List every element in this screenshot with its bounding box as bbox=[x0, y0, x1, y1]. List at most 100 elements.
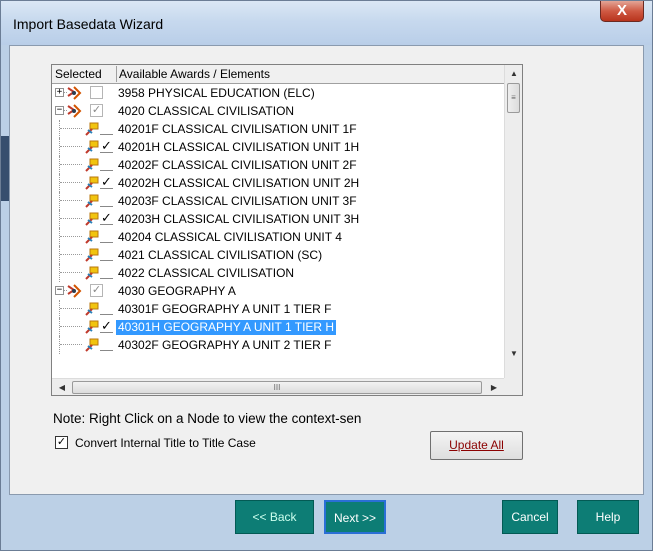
tree-row[interactable]: +3958 PHYSICAL EDUCATION (ELC) bbox=[52, 84, 504, 102]
element-checkbox[interactable]: ✓ bbox=[100, 211, 113, 225]
convert-title-case-checkbox[interactable]: ✓ bbox=[55, 436, 68, 449]
tree-row-label[interactable]: 40201H CLASSICAL CIVILISATION UNIT 1H bbox=[116, 140, 361, 155]
element-checkbox[interactable]: ✓ bbox=[100, 139, 113, 153]
close-icon: X bbox=[616, 2, 627, 19]
help-button[interactable]: Help bbox=[577, 500, 639, 534]
tree-row-label[interactable]: 40204 CLASSICAL CIVILISATION UNIT 4 bbox=[116, 230, 344, 245]
award-checkbox[interactable]: ✓ bbox=[90, 104, 103, 117]
collapse-icon[interactable]: − bbox=[55, 286, 64, 295]
element-checkbox[interactable] bbox=[100, 338, 113, 351]
tree-connector bbox=[59, 264, 60, 282]
expand-icon[interactable]: + bbox=[55, 88, 64, 97]
tree-connector bbox=[59, 318, 60, 336]
tree-row[interactable]: − ✓ 4020 CLASSICAL CIVILISATION bbox=[52, 102, 504, 120]
tree-row-label[interactable]: 40203H CLASSICAL CIVILISATION UNIT 3H bbox=[116, 212, 361, 227]
element-icon bbox=[84, 157, 100, 173]
element-checkbox[interactable] bbox=[100, 194, 113, 207]
tree-connector bbox=[60, 308, 82, 309]
tree-connector bbox=[59, 138, 60, 156]
tree-row[interactable]: 40302F GEOGRAPHY A UNIT 2 TIER F bbox=[52, 336, 504, 354]
element-icon bbox=[84, 193, 100, 209]
window-frame-edge bbox=[1, 136, 9, 201]
element-icon bbox=[84, 229, 100, 245]
horizontal-scroll-thumb[interactable]: III bbox=[72, 381, 482, 394]
close-button[interactable]: X bbox=[600, 1, 644, 22]
scroll-left-icon[interactable]: ◀ bbox=[55, 379, 69, 395]
tree-row-label[interactable]: 40202H CLASSICAL CIVILISATION UNIT 2H bbox=[116, 176, 361, 191]
tree-connector bbox=[60, 146, 82, 147]
horizontal-scrollbar[interactable]: ◀ III ▶ bbox=[52, 378, 504, 395]
scroll-right-icon[interactable]: ▶ bbox=[487, 379, 501, 395]
tree-row[interactable]: ✓ 40201H CLASSICAL CIVILISATION UNIT 1H bbox=[52, 138, 504, 156]
element-icon bbox=[84, 319, 100, 335]
tree-row-label[interactable]: 4022 CLASSICAL CIVILISATION bbox=[116, 266, 296, 281]
element-checkbox[interactable]: ✓ bbox=[100, 319, 113, 333]
tree-row[interactable]: 40201F CLASSICAL CIVILISATION UNIT 1F bbox=[52, 120, 504, 138]
tree-connector bbox=[59, 246, 60, 264]
tree-connector bbox=[59, 300, 60, 318]
tree-row-label[interactable]: 40202F CLASSICAL CIVILISATION UNIT 2F bbox=[116, 158, 359, 173]
tree-row-label[interactable]: 3958 PHYSICAL EDUCATION (ELC) bbox=[116, 86, 317, 101]
award-checkbox[interactable] bbox=[90, 86, 103, 99]
tree-row[interactable]: − ✓ 4030 GEOGRAPHY A bbox=[52, 282, 504, 300]
tree-row-label[interactable]: 40203F CLASSICAL CIVILISATION UNIT 3F bbox=[116, 194, 359, 209]
scroll-corner bbox=[504, 378, 522, 395]
column-divider[interactable] bbox=[116, 66, 117, 82]
element-checkbox[interactable] bbox=[100, 158, 113, 171]
update-all-button[interactable]: Update All bbox=[430, 431, 523, 460]
tree-rows: +3958 PHYSICAL EDUCATION (ELC) − ✓ 4020 CLA… bbox=[52, 84, 504, 379]
element-checkbox[interactable] bbox=[100, 122, 113, 135]
window-frame-left bbox=[1, 45, 9, 550]
tree-connector bbox=[60, 254, 82, 255]
award-checkbox[interactable]: ✓ bbox=[90, 284, 103, 297]
next-button[interactable]: Next >> bbox=[324, 500, 386, 534]
element-checkbox[interactable]: ✓ bbox=[100, 175, 113, 189]
tree-row-label[interactable]: 40301H GEOGRAPHY A UNIT 1 TIER H bbox=[116, 320, 337, 335]
title-bar: Import Basedata Wizard X bbox=[1, 1, 652, 45]
tree-connector bbox=[60, 200, 82, 201]
tree-connector bbox=[59, 336, 60, 354]
tree-connector bbox=[60, 182, 82, 183]
award-icon bbox=[66, 103, 82, 119]
tree-connector bbox=[60, 218, 82, 219]
vertical-scrollbar[interactable]: ▲ ≡ ▼ bbox=[504, 65, 522, 378]
scroll-up-icon[interactable]: ▲ bbox=[505, 65, 522, 82]
tree-row[interactable]: 40204 CLASSICAL CIVILISATION UNIT 4 bbox=[52, 228, 504, 246]
element-icon bbox=[84, 247, 100, 263]
awards-tree[interactable]: Selected Available Awards / Elements +39… bbox=[51, 64, 523, 396]
column-selected[interactable]: Selected bbox=[55, 67, 102, 81]
element-checkbox[interactable] bbox=[100, 230, 113, 243]
tree-row[interactable]: 40202F CLASSICAL CIVILISATION UNIT 2F bbox=[52, 156, 504, 174]
element-checkbox[interactable] bbox=[100, 302, 113, 315]
tree-connector bbox=[60, 326, 82, 327]
tree-connector bbox=[59, 156, 60, 174]
tree-row[interactable]: 4022 CLASSICAL CIVILISATION bbox=[52, 264, 504, 282]
tree-row-label[interactable]: 4030 GEOGRAPHY A bbox=[116, 284, 238, 299]
convert-title-case-label[interactable]: Convert Internal Title to Title Case bbox=[75, 436, 256, 450]
tree-row-label[interactable]: 4021 CLASSICAL CIVILISATION (SC) bbox=[116, 248, 324, 263]
element-icon bbox=[84, 211, 100, 227]
tree-connector bbox=[60, 164, 82, 165]
context-menu-note: Note: Right Click on a Node to view the … bbox=[53, 411, 362, 426]
tree-row[interactable]: ✓ 40203H CLASSICAL CIVILISATION UNIT 3H bbox=[52, 210, 504, 228]
wizard-client-area: Selected Available Awards / Elements +39… bbox=[9, 45, 644, 495]
element-checkbox[interactable] bbox=[100, 248, 113, 261]
cancel-button[interactable]: Cancel bbox=[502, 500, 558, 534]
tree-row[interactable]: ✓ 40301H GEOGRAPHY A UNIT 1 TIER H bbox=[52, 318, 504, 336]
tree-row-label[interactable]: 40201F CLASSICAL CIVILISATION UNIT 1F bbox=[116, 122, 359, 137]
tree-row[interactable]: 4021 CLASSICAL CIVILISATION (SC) bbox=[52, 246, 504, 264]
back-button[interactable]: << Back bbox=[235, 500, 314, 534]
tree-row[interactable]: 40301F GEOGRAPHY A UNIT 1 TIER F bbox=[52, 300, 504, 318]
element-checkbox[interactable] bbox=[100, 266, 113, 279]
collapse-icon[interactable]: − bbox=[55, 106, 64, 115]
tree-row-label[interactable]: 40301F GEOGRAPHY A UNIT 1 TIER F bbox=[116, 302, 333, 317]
tree-row[interactable]: 40203F CLASSICAL CIVILISATION UNIT 3F bbox=[52, 192, 504, 210]
tree-header: Selected Available Awards / Elements bbox=[52, 65, 504, 84]
tree-row-label[interactable]: 4020 CLASSICAL CIVILISATION bbox=[116, 104, 296, 119]
window-title: Import Basedata Wizard bbox=[13, 16, 164, 32]
column-available[interactable]: Available Awards / Elements bbox=[119, 67, 270, 81]
tree-row[interactable]: ✓ 40202H CLASSICAL CIVILISATION UNIT 2H bbox=[52, 174, 504, 192]
scroll-down-icon[interactable]: ▼ bbox=[505, 345, 522, 362]
tree-row-label[interactable]: 40302F GEOGRAPHY A UNIT 2 TIER F bbox=[116, 338, 333, 353]
vertical-scroll-thumb[interactable]: ≡ bbox=[507, 83, 520, 113]
